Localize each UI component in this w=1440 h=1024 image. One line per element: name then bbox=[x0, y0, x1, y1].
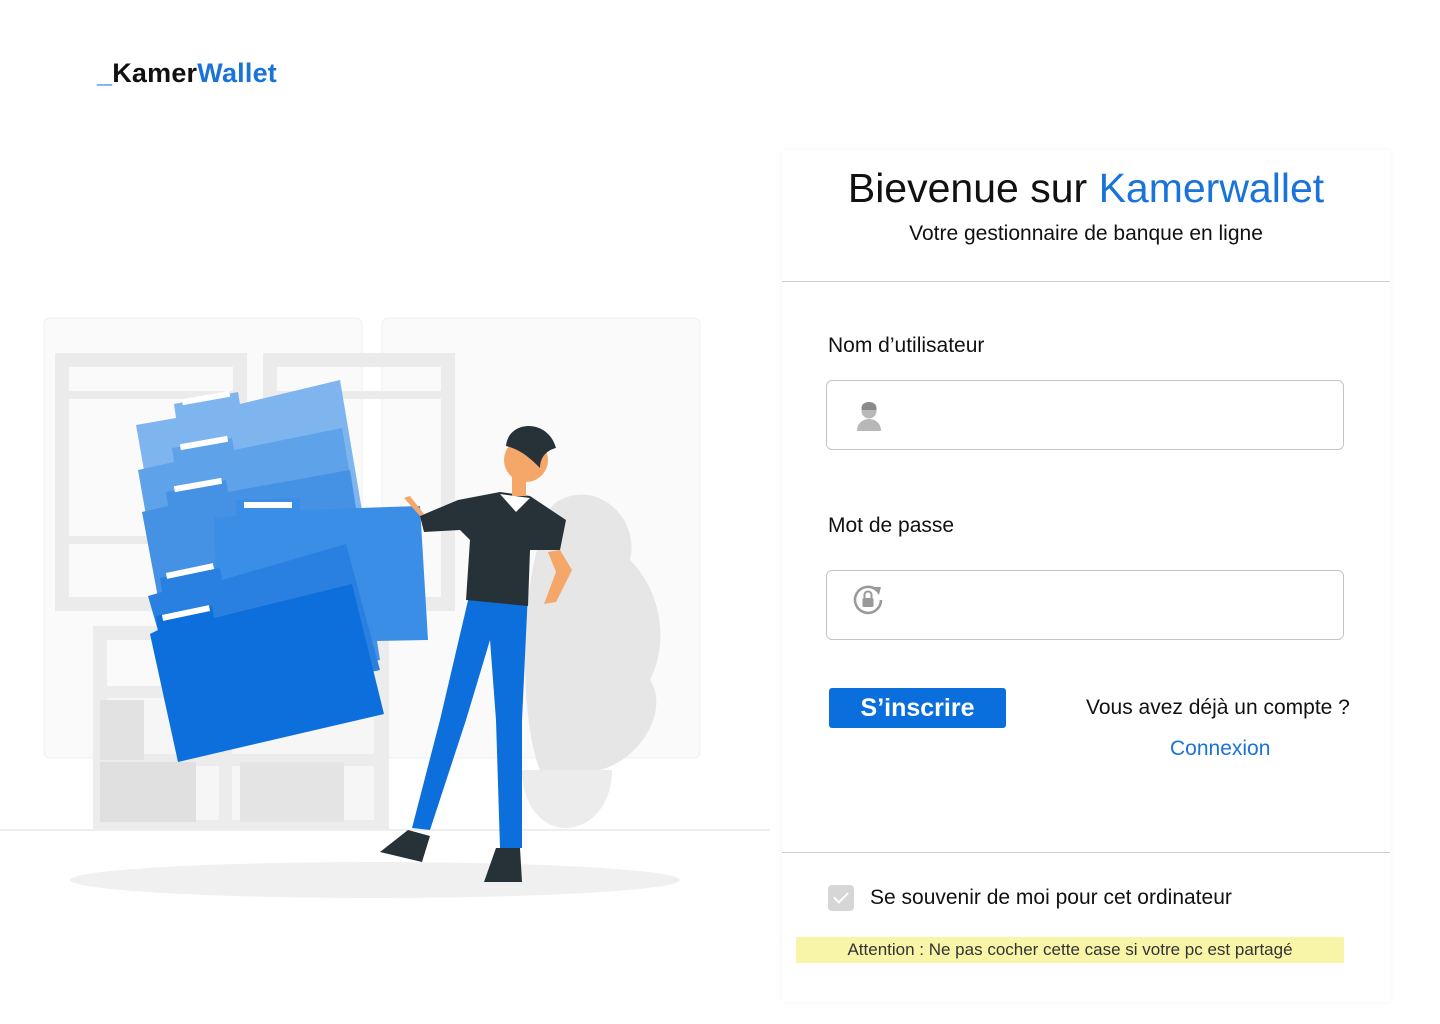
welcome-title-brand: Kamerwallet bbox=[1098, 165, 1325, 211]
lock-refresh-icon bbox=[853, 585, 883, 615]
card-header: Bievenue sur Kamerwallet Votre gestionna… bbox=[782, 150, 1390, 282]
app-logo: _KamerWallet bbox=[97, 58, 277, 89]
remember-label: Se souvenir de moi pour cet ordinateur bbox=[870, 886, 1232, 909]
password-label: Mot de passe bbox=[828, 514, 955, 537]
shared-pc-warning: Attention : Ne pas cocher cette case si … bbox=[796, 937, 1344, 963]
username-label: Nom d’utilisateur bbox=[828, 334, 985, 357]
logo-part-wallet: Wallet bbox=[197, 58, 277, 88]
logo-underscore: _ bbox=[97, 58, 113, 88]
remember-me[interactable]: Se souvenir de moi pour cet ordinateur bbox=[828, 885, 1232, 911]
user-icon bbox=[857, 402, 881, 431]
username-field[interactable] bbox=[826, 380, 1344, 450]
register-button[interactable]: S’inscrire bbox=[829, 688, 1006, 728]
folders-illustration bbox=[0, 317, 770, 898]
have-account-text: Vous avez déjà un compte ? bbox=[1086, 696, 1350, 719]
remember-checkbox[interactable] bbox=[828, 885, 854, 911]
welcome-title: Bievenue sur Kamerwallet bbox=[782, 150, 1390, 212]
login-link[interactable]: Connexion bbox=[1170, 737, 1270, 761]
password-input[interactable] bbox=[907, 581, 1327, 629]
welcome-title-prefix: Bievenue sur bbox=[847, 165, 1099, 211]
username-input[interactable] bbox=[907, 391, 1327, 439]
register-card: Bievenue sur Kamerwallet Votre gestionna… bbox=[782, 150, 1390, 1002]
password-field[interactable] bbox=[826, 570, 1344, 640]
welcome-subtitle: Votre gestionnaire de banque en ligne bbox=[909, 222, 1263, 245]
card-footer: Se souvenir de moi pour cet ordinateur A… bbox=[782, 852, 1390, 1002]
logo-part-kamer: Kamer bbox=[112, 58, 198, 88]
